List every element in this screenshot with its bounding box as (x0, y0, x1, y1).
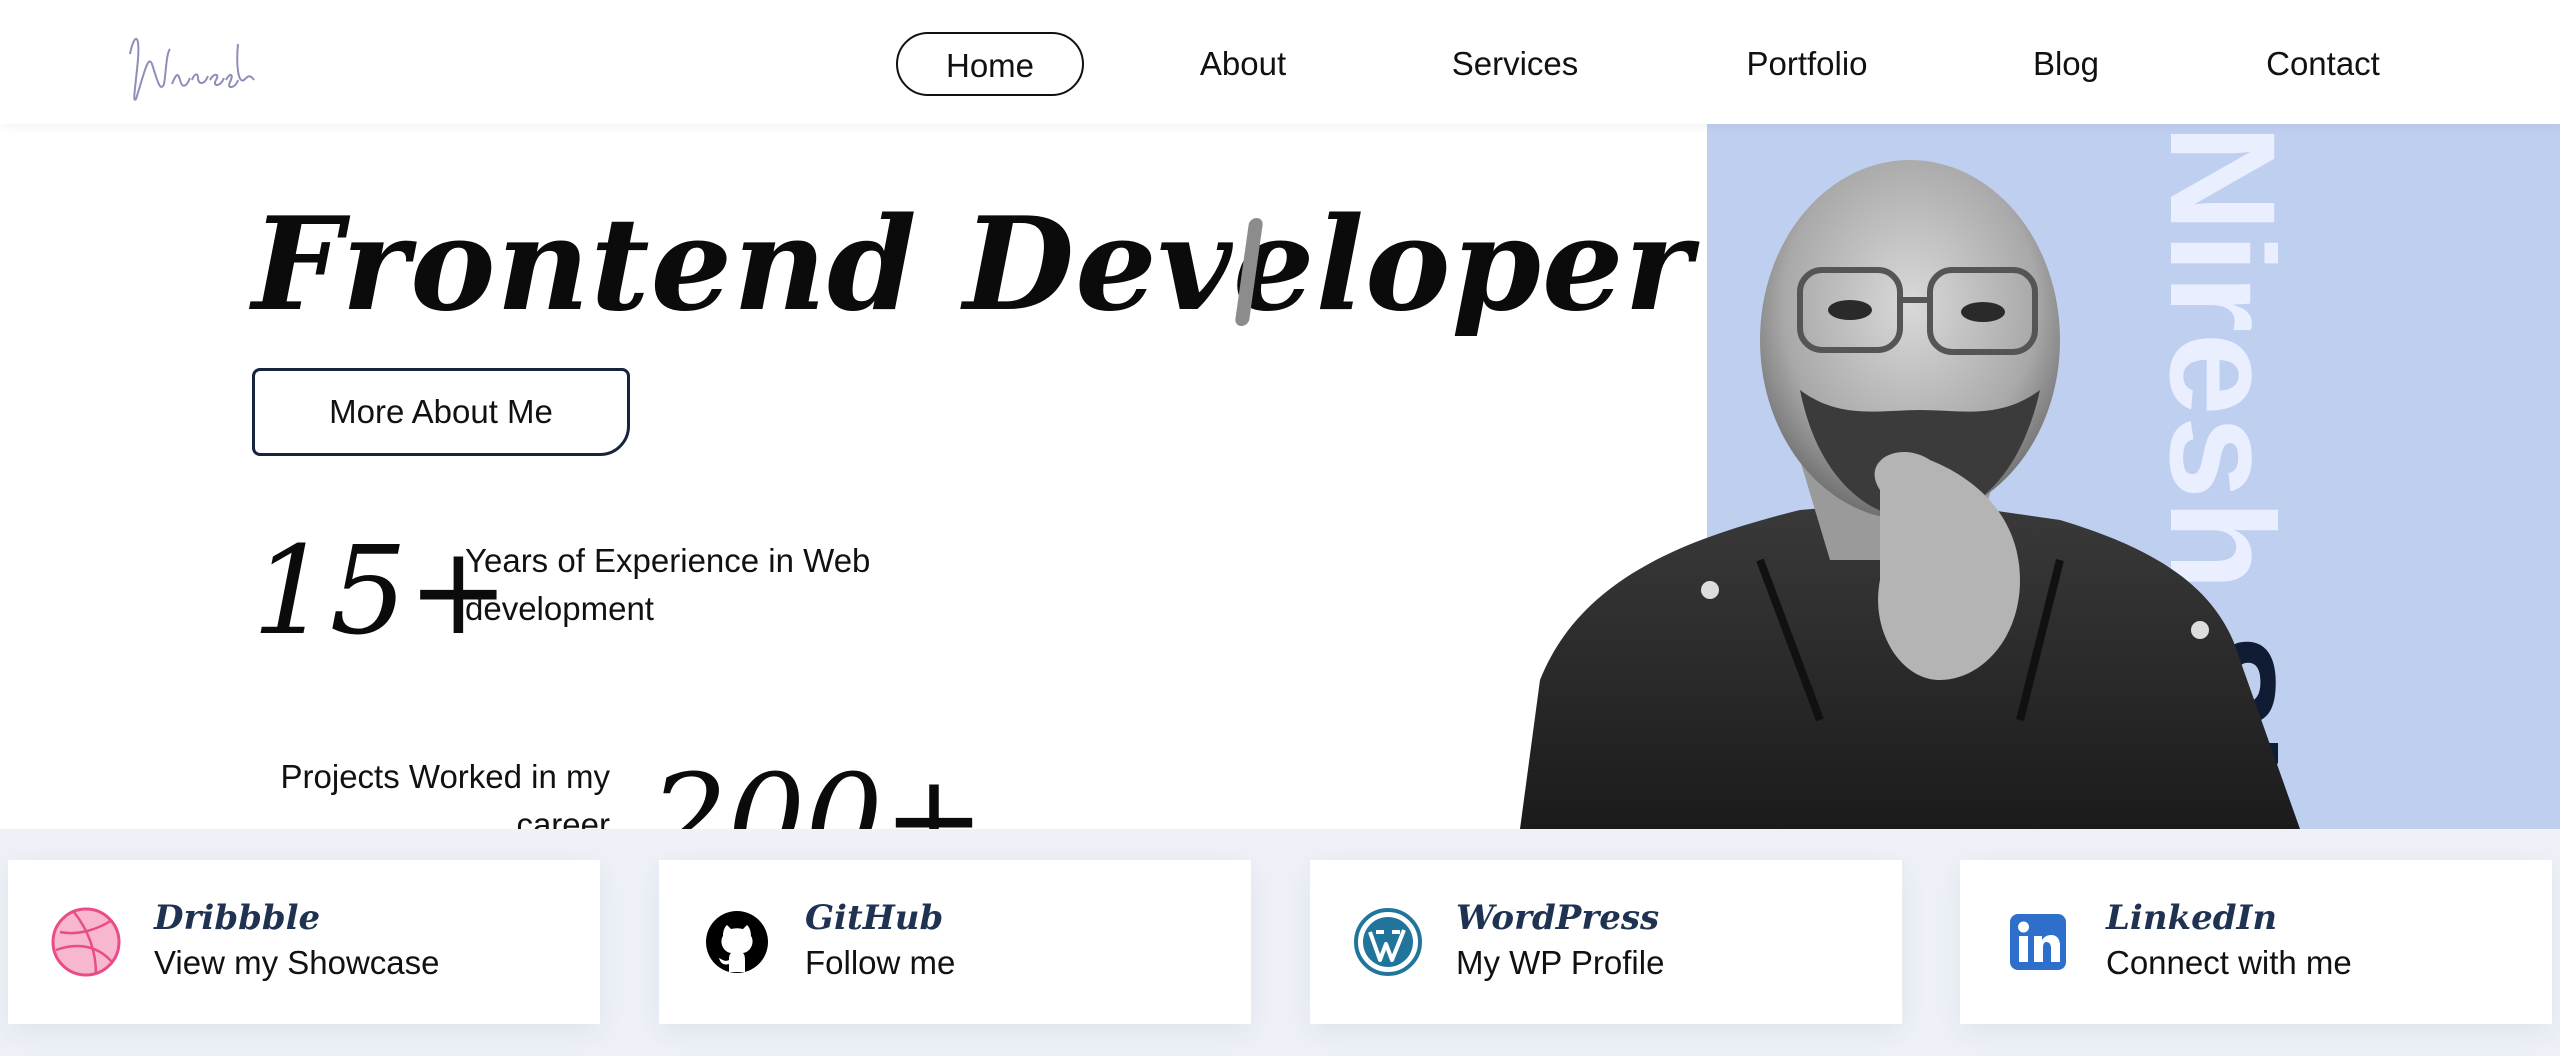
dribbble-icon (51, 907, 121, 977)
site-header: Home About Services Portfolio Blog Conta… (0, 0, 2560, 124)
card-linkedin[interactable]: LinkedIn Connect with me (1960, 860, 2552, 1024)
card-dribbble[interactable]: Dribbble View my Showcase (8, 860, 600, 1024)
card-wordpress-title: WordPress (1456, 898, 1660, 938)
card-wordpress[interactable]: WordPress My WP Profile (1310, 860, 1902, 1024)
card-github-title: GitHub (805, 898, 944, 938)
card-dribbble-title: Dribbble (154, 898, 321, 938)
nav-blog[interactable]: Blog (2020, 32, 2112, 96)
linkedin-icon (2010, 914, 2066, 970)
card-github[interactable]: GitHub Follow me (659, 860, 1251, 1024)
card-linkedin-title: LinkedIn (2106, 898, 2278, 938)
nav-portfolio[interactable]: Portfolio (1728, 32, 1886, 96)
stat-projects-line1: Projects Worked in my (280, 758, 610, 795)
card-wordpress-subtitle: My WP Profile (1456, 944, 1665, 981)
main-nav: Home About Services Portfolio Blog Conta… (0, 32, 2560, 96)
stat-experience-line1: Years of Experience in Web (465, 542, 871, 579)
nav-services[interactable]: Services (1432, 32, 1598, 96)
github-icon (706, 911, 768, 973)
wordpress-icon (1354, 908, 1422, 976)
hero-title: Frontend Developer (252, 190, 1693, 340)
card-dribbble-subtitle: View my Showcase (154, 944, 440, 981)
stat-experience-text: Years of Experience in Web development (465, 537, 870, 633)
nav-contact[interactable]: Contact (2250, 32, 2396, 96)
stat-experience-line2: development (465, 590, 654, 627)
card-github-subtitle: Follow me (805, 944, 956, 981)
card-linkedin-subtitle: Connect with me (2106, 944, 2352, 981)
more-about-me-button[interactable]: More About Me (252, 368, 630, 456)
nav-about[interactable]: About (1180, 32, 1306, 96)
nav-home[interactable]: Home (896, 32, 1084, 96)
